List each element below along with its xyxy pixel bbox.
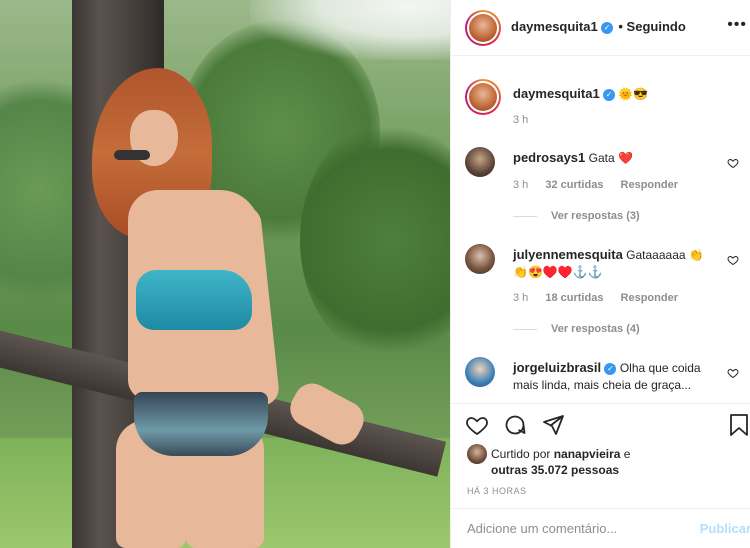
action-bar [451,403,750,443]
caption-text: 🌞😎 [618,87,649,101]
likes-suffix: e [623,447,631,461]
post-header: daymesquita1 ✓ • Seguindo ••• [451,0,750,56]
author-username[interactable]: daymesquita1 [511,19,598,34]
comment-input[interactable] [467,521,687,536]
comment-text-line2: mais linda, mais cheia de graça... [513,378,692,392]
comment-meta: 3 h 18 curtidas Responder [513,292,692,304]
post-timestamp: HÁ 3 HORAS [467,486,527,496]
comment: pedrosays1 Gata ❤️ [513,149,633,167]
caption: daymesquita1 ✓ 🌞😎 [513,85,648,103]
likes-prefix: Curtido por [491,447,551,461]
publish-button[interactable]: Publicar [700,521,750,536]
verified-icon: ✓ [604,362,617,375]
comment-icon[interactable] [503,413,527,437]
likes-others[interactable]: outras 35.072 pessoas [491,463,619,477]
caption-time: 3 h [513,114,529,126]
comment-username[interactable]: julyennemesquita [513,247,623,262]
comment-username[interactable]: jorgeluizbrasil [513,360,601,375]
sunglasses [114,150,150,160]
likes-summary: Curtido por nanapvieira e outras 35.072 … [491,446,741,478]
post-side-panel: daymesquita1 ✓ • Seguindo ••• daymesquit… [450,0,750,548]
comment-likes[interactable]: 32 curtidas [545,179,603,191]
sky-patch [250,0,450,60]
comment: julyennemesquita Gataaaaaa 👏 👏😍♥️♥️⚓⚓ [513,246,739,281]
reply-button[interactable]: Responder [621,179,678,191]
like-comment-heart-icon[interactable] [727,367,739,379]
comment-meta: 3 h 32 curtidas Responder [513,179,692,191]
divider-line [513,215,537,217]
commenter-avatar[interactable] [465,244,495,274]
header-author-line: daymesquita1 ✓ • Seguindo [511,19,686,34]
comment-username[interactable]: pedrosays1 [513,150,585,165]
more-options-icon[interactable]: ••• [727,16,747,34]
commenter-avatar[interactable] [465,357,495,387]
verified-icon: ✓ [603,88,616,101]
author-avatar[interactable] [465,10,501,46]
follow-status[interactable]: • Seguindo [618,19,685,34]
view-replies-button[interactable]: Ver respostas (4) [513,323,640,335]
reply-button[interactable]: Responder [621,292,678,304]
share-icon[interactable] [541,413,565,437]
like-comment-heart-icon[interactable] [727,157,739,169]
comment-text: Olha que coida [619,361,701,375]
comment-text: Gata ❤️ [588,151,633,165]
divider-line [513,328,537,330]
heart-icon[interactable] [465,413,489,437]
view-replies-button[interactable]: Ver respostas (3) [513,210,640,222]
like-comment-heart-icon[interactable] [727,254,739,266]
comments-list: daymesquita1 ✓ 🌞😎 3 h pedrosays1 Gata ❤️… [451,57,750,403]
view-replies-label: Ver respostas (4) [551,323,640,335]
view-replies-label: Ver respostas (3) [551,210,640,222]
comment-text-line2: 👏😍♥️♥️⚓⚓ [513,265,603,279]
comment-likes[interactable]: 18 curtidas [545,292,603,304]
caption-username[interactable]: daymesquita1 [513,86,600,101]
comment-text: Gataaaaaa 👏 [626,248,704,262]
bookmark-icon[interactable] [729,413,749,437]
comment-time: 3 h [513,179,529,191]
bikini-top [136,270,252,330]
post-image[interactable] [0,0,450,548]
add-comment-bar: Publicar [451,508,750,548]
comment-time: 3 h [513,292,529,304]
comment: jorgeluizbrasil ✓ Olha que coida mais li… [513,359,739,394]
commenter-avatar[interactable] [465,147,495,177]
liker-username[interactable]: nanapvieira [554,447,621,461]
bikini-bottom [134,392,268,456]
liker-avatar[interactable] [467,444,487,464]
verified-icon: ✓ [601,21,614,34]
caption-author-avatar[interactable] [465,79,501,115]
